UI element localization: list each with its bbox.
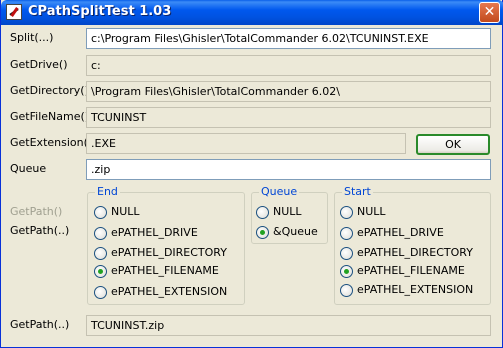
split-input[interactable]: c:\Program Files\Ghisler\TotalCommander … [86, 28, 491, 49]
radio-circle-icon [94, 286, 107, 299]
app-window: CPathSplitTest 1.03 ✕ Split(...) c:\Prog… [0, 0, 503, 348]
getdrive-label: GetDrive() [10, 58, 68, 71]
radio-circle-icon [94, 227, 107, 240]
radio-circle-icon [94, 247, 107, 260]
filename-output: TCUNINST [86, 107, 491, 128]
end-group-title: End [95, 185, 120, 198]
radio-circle-icon [340, 206, 353, 219]
extension-output: .EXE [86, 133, 406, 154]
radio-circle-icon [256, 206, 269, 219]
radio-circle-icon [340, 247, 353, 260]
close-button[interactable]: ✕ [479, 2, 500, 23]
getpath-label: GetPath(..) [10, 224, 70, 237]
radio-circle-icon [340, 284, 353, 297]
radio-checked-icon [94, 265, 107, 278]
drive-output: c: [86, 55, 491, 76]
radio-checked-icon [256, 226, 269, 239]
split-label: Split(...) [10, 31, 54, 44]
window-title: CPathSplitTest 1.03 [28, 4, 172, 19]
queue-input[interactable]: .zip [86, 159, 491, 180]
radio-checked-icon [340, 265, 353, 278]
radio-circle-icon [340, 227, 353, 240]
directory-output: \Program Files\Ghisler\TotalCommander 6.… [86, 81, 491, 102]
radio-circle-icon [94, 206, 107, 219]
getdirectory-label: GetDirectory() [10, 84, 89, 97]
queue-group-title: Queue [259, 185, 300, 198]
result-label: GetPath(..) [10, 318, 70, 331]
getfilename-label: GetFileName() [10, 110, 90, 123]
getpath-disabled-label: GetPath() [10, 205, 63, 218]
app-icon [6, 4, 22, 20]
start-group-title: Start [342, 185, 373, 198]
ok-button[interactable]: OK [416, 134, 490, 155]
queue-label: Queue [10, 162, 47, 175]
getextension-label: GetExtension() [10, 136, 93, 149]
title-bar[interactable]: CPathSplitTest 1.03 ✕ [1, 0, 503, 25]
result-output: TCUNINST.zip [86, 315, 491, 336]
